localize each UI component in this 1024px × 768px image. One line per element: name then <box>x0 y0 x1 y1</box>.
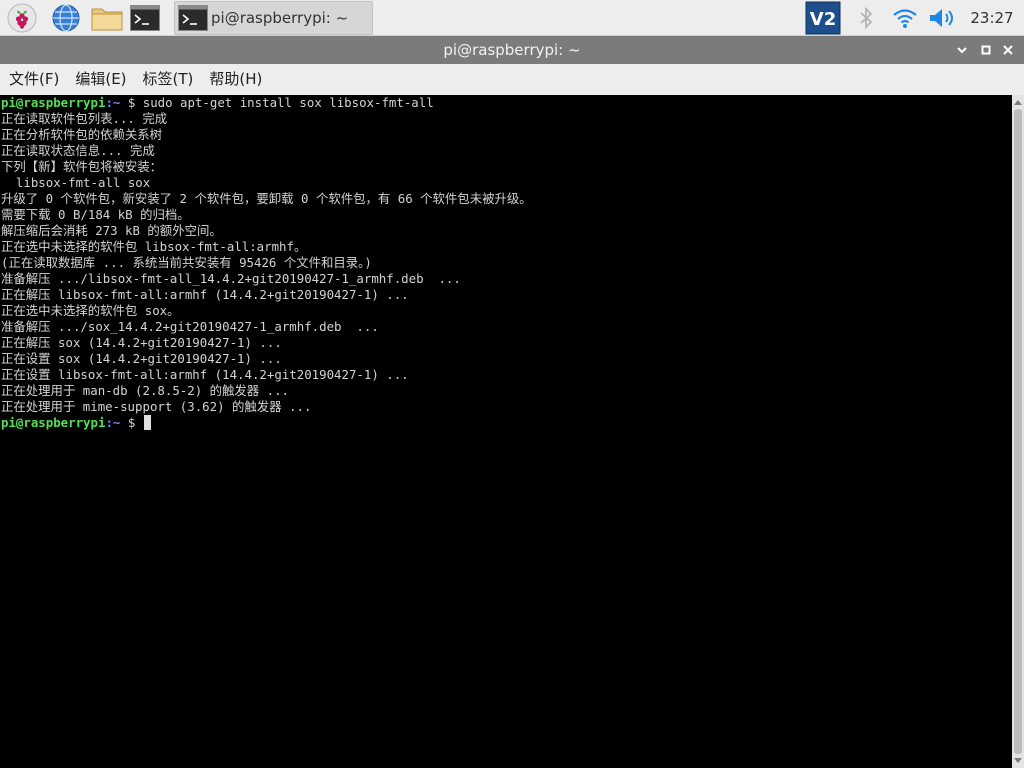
vnc-icon[interactable]: V2 <box>805 0 841 36</box>
output-line: 准备解压 .../libsox-fmt-all_14.4.2+git201904… <box>1 271 461 286</box>
scroll-down-icon[interactable] <box>1012 755 1024 767</box>
svg-text:V2: V2 <box>810 9 836 30</box>
taskbar-button-label: pi@raspberrypi: ~ <box>211 9 349 27</box>
output-line: 正在读取软件包列表... 完成 <box>1 111 168 126</box>
clock[interactable]: 23:27 <box>966 0 1018 36</box>
window-titlebar[interactable]: pi@raspberrypi: ~ <box>0 36 1024 64</box>
output-line: 正在设置 libsox-fmt-all:armhf (14.4.2+git201… <box>1 367 409 382</box>
vertical-scrollbar[interactable] <box>1012 95 1024 768</box>
maximize-icon[interactable] <box>976 40 996 60</box>
output-line: libsox-fmt-all sox <box>1 175 151 190</box>
menu-help[interactable]: 帮助(H) <box>204 64 267 95</box>
taskbar-button-terminal[interactable]: pi@raspberrypi: ~ <box>174 1 373 35</box>
output-line: 正在设置 sox (14.4.2+git20190427-1) ... <box>1 351 282 366</box>
output-line: 下列【新】软件包将被安装： <box>1 159 163 174</box>
terminal-icon <box>178 5 208 31</box>
scroll-up-icon[interactable] <box>1012 96 1024 108</box>
prompt-user: pi@raspberrypi <box>1 415 106 430</box>
raspberry-menu-icon[interactable] <box>6 2 38 34</box>
output-line: 准备解压 .../sox_14.4.2+git20190427-1_armhf.… <box>1 319 379 334</box>
prompt-dir: :~ <box>105 415 121 430</box>
output-line: 正在解压 libsox-fmt-all:armhf (14.4.2+git201… <box>1 287 409 302</box>
output-line: 正在处理用于 man-db (2.8.5-2) 的触发器 ... <box>1 383 290 398</box>
menu-tabs[interactable]: 标签(T) <box>138 64 199 95</box>
output-line: 正在选中未选择的软件包 sox。 <box>1 303 180 318</box>
bluetooth-icon[interactable] <box>856 0 876 36</box>
terminal-output[interactable]: pi@raspberrypi:~ $ sudo apt-get install … <box>0 95 1012 768</box>
output-line: 解压缩后会消耗 273 kB 的额外空间。 <box>1 223 222 238</box>
folder-icon[interactable] <box>89 2 125 34</box>
prompt-dir: :~ <box>105 95 121 110</box>
output-line: 正在分析软件包的依赖关系树 <box>1 127 163 142</box>
text-cursor <box>143 415 151 430</box>
output-line: 需要下载 0 B/184 kB 的归档。 <box>1 207 190 222</box>
output-line: 升级了 0 个软件包，新安装了 2 个软件包，要卸载 0 个软件包，有 66 个… <box>1 191 532 206</box>
volume-icon[interactable] <box>927 0 959 36</box>
prompt-sign: $ <box>120 415 143 430</box>
menu-file[interactable]: 文件(F) <box>4 64 64 95</box>
menu-edit[interactable]: 编辑(E) <box>70 64 131 95</box>
globe-icon[interactable] <box>50 2 82 34</box>
active-prompt-line[interactable]: pi@raspberrypi:~ $ <box>0 415 1012 431</box>
scrollbar-thumb[interactable] <box>1014 109 1022 754</box>
terminal-icon[interactable] <box>129 2 161 34</box>
output-block: 正在读取软件包列表... 完成 正在分析软件包的依赖关系树 正在读取状态信息... … <box>0 111 1012 415</box>
window-title: pi@raspberrypi: ~ <box>443 41 581 59</box>
output-line: 正在选中未选择的软件包 libsox-fmt-all:armhf。 <box>1 239 307 254</box>
close-icon[interactable] <box>998 40 1018 60</box>
command-line: pi@raspberrypi:~ $ sudo apt-get install … <box>0 95 1012 111</box>
top-panel: pi@raspberrypi: ~ V2 23:27 <box>0 0 1024 36</box>
chevron-down-icon[interactable] <box>952 40 972 60</box>
wifi-icon[interactable] <box>891 0 919 36</box>
output-line: 正在解压 sox (14.4.2+git20190427-1) ... <box>1 335 282 350</box>
prompt-sign: $ <box>120 95 143 110</box>
command-text: sudo apt-get install sox libsox-fmt-all <box>142 95 434 110</box>
output-line: 正在处理用于 mime-support (3.62) 的触发器 ... <box>1 399 312 414</box>
menubar: 文件(F) 编辑(E) 标签(T) 帮助(H) <box>0 64 1024 95</box>
output-line: 正在读取状态信息... 完成 <box>1 143 155 158</box>
prompt-user: pi@raspberrypi <box>1 95 106 110</box>
output-line: (正在读取数据库 ... 系统当前共安装有 95426 个文件和目录。) <box>1 255 372 270</box>
